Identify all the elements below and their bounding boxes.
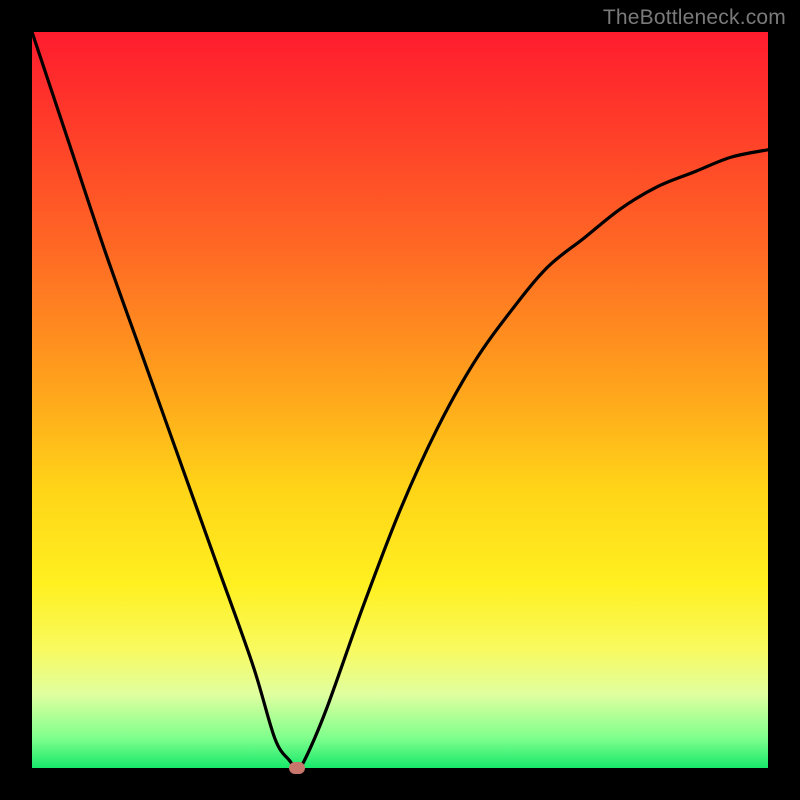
watermark-text: TheBottleneck.com	[603, 6, 786, 30]
chart-frame: TheBottleneck.com	[0, 0, 800, 800]
bottleneck-curve	[32, 32, 768, 768]
curve-svg	[32, 32, 768, 768]
minimum-marker	[289, 762, 305, 774]
plot-area	[32, 32, 768, 768]
